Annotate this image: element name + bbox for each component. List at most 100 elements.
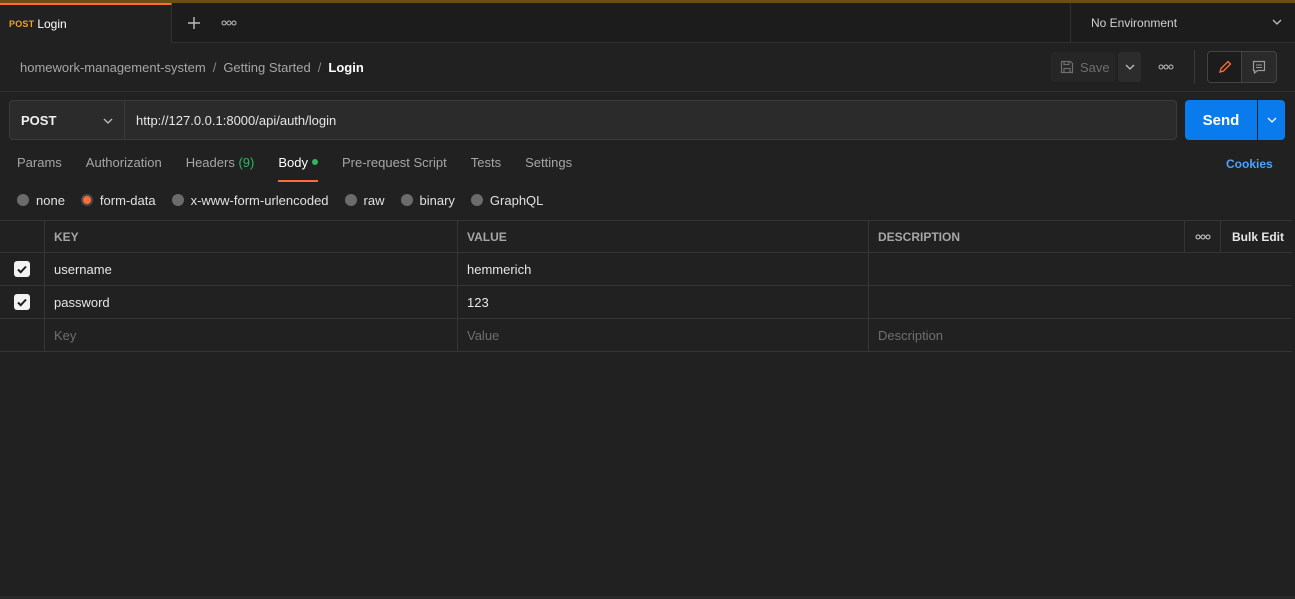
body-indicator-dot [311,159,318,165]
breadcrumb-folder[interactable]: Getting Started [223,60,310,75]
new-key-cell[interactable]: Key [45,319,458,351]
description-cell[interactable] [869,286,1292,318]
body-type-raw-label: raw [363,192,385,208]
environment-select[interactable]: No Environment [1070,3,1295,43]
request-tabs: Params Authorization Headers (9) Body Pr… [17,155,596,182]
form-data-table: KEY VALUE DESCRIPTION Bulk Edit username… [0,220,1292,352]
divider [0,91,1295,92]
tab-authorization-label: Authorization [85,155,162,170]
tab-settings-label: Settings [525,155,573,170]
save-button[interactable]: Save [1051,52,1115,82]
tab-headers[interactable]: Headers (9) [186,155,255,181]
body-type-graphql[interactable]: GraphQL [470,192,544,208]
radio-button [400,194,413,206]
toolbar-divider [1194,50,1195,84]
value-value: 123 [467,294,489,310]
body-type-binary-label: binary [419,192,455,208]
request-tab-login[interactable]: POST Login [0,3,172,43]
table-options-button[interactable] [1185,221,1221,252]
body-type-urlencoded-label: x-www-form-urlencoded [190,192,329,208]
http-method-select[interactable]: POST [9,100,125,140]
radio-button [470,194,483,206]
row-enabled-checkbox[interactable] [14,294,30,310]
more-icon [221,20,237,26]
key-cell[interactable]: username [45,253,458,285]
save-label: Save [1080,59,1110,75]
tab-headers-label: Headers [185,155,235,170]
value-value: hemmerich [467,261,532,277]
save-options-button[interactable] [1118,52,1141,82]
tab-body[interactable]: Body [278,155,318,182]
cookies-link[interactable]: Cookies [1226,157,1273,171]
body-type-form-data[interactable]: form-data [80,192,156,208]
save-icon [1060,60,1074,74]
tab-method-badge: POST [9,19,35,29]
new-description-cell[interactable]: Description [869,319,1292,351]
body-type-binary[interactable]: binary [400,192,455,208]
chevron-down-icon [103,118,113,124]
column-header-value: VALUE [467,229,507,244]
comment-icon [1252,60,1266,74]
chevron-down-icon [1267,117,1276,123]
body-type-form-data-label: form-data [99,192,156,208]
table-row-new: Key Value Description [0,319,1292,352]
chevron-down-icon [1125,64,1134,70]
comments-button[interactable] [1242,52,1276,82]
pencil-icon [1218,60,1231,73]
description-placeholder: Description [878,327,944,343]
http-method-label: POST [21,112,57,128]
new-value-cell[interactable]: Value [458,319,869,351]
breadcrumb: homework-management-system / Getting Sta… [20,58,364,76]
send-button[interactable]: Send [1185,100,1257,140]
body-type-graphql-label: GraphQL [489,192,544,208]
tab-prerequest-label: Pre-request Script [341,155,447,170]
empty-checkbox-cell [0,319,45,351]
request-more-button[interactable] [1152,55,1180,79]
view-mode-toggle [1207,51,1277,83]
headers-count: (9) [238,155,255,170]
tab-authorization[interactable]: Authorization [86,155,162,181]
more-icon [1195,234,1210,239]
url-input[interactable] [124,100,1177,140]
new-tab-button[interactable] [183,11,205,35]
body-type-none[interactable]: none [17,193,65,208]
radio-button [17,194,29,206]
environment-label: No Environment [1091,16,1178,30]
tab-title: Login [37,17,67,31]
radio-button-selected [80,194,93,206]
plus-icon [188,17,200,29]
value-cell[interactable]: hemmerich [458,253,869,285]
body-type-raw[interactable]: raw [344,192,385,208]
tab-params[interactable]: Params [17,155,62,181]
body-type-none-label: none [36,192,65,208]
tabs-more-button[interactable] [218,11,240,35]
key-value: username [54,261,112,277]
breadcrumb-request[interactable]: Login [328,60,363,75]
send-label: Send [1202,111,1240,129]
tab-body-label: Body [278,155,308,170]
bulk-edit-button[interactable]: Bulk Edit [1232,230,1284,244]
check-icon [17,265,27,274]
tab-bar: POST Login No Environment [0,3,1295,43]
description-cell[interactable] [869,253,1292,285]
send-options-button[interactable] [1258,100,1285,140]
body-type-options: none form-data x-www-form-urlencoded raw… [17,192,559,208]
value-placeholder: Value [467,327,500,343]
edit-mode-button[interactable] [1208,52,1242,82]
value-cell[interactable]: 123 [458,286,869,318]
body-type-urlencoded[interactable]: x-www-form-urlencoded [171,192,329,208]
tab-params-label: Params [17,155,62,170]
check-icon [17,298,27,307]
key-placeholder: Key [54,327,77,343]
tab-tests[interactable]: Tests [471,155,501,181]
breadcrumb-collection[interactable]: homework-management-system [20,60,206,75]
row-enabled-checkbox[interactable] [14,261,30,277]
radio-button [344,194,357,206]
tab-prerequest-script[interactable]: Pre-request Script [342,155,447,181]
tab-settings[interactable]: Settings [525,155,572,181]
table-row: password 123 [0,286,1292,319]
breadcrumb-separator: / [317,59,322,75]
chevron-down-icon [1272,19,1282,25]
tab-tests-label: Tests [470,155,502,170]
key-cell[interactable]: password [45,286,458,318]
